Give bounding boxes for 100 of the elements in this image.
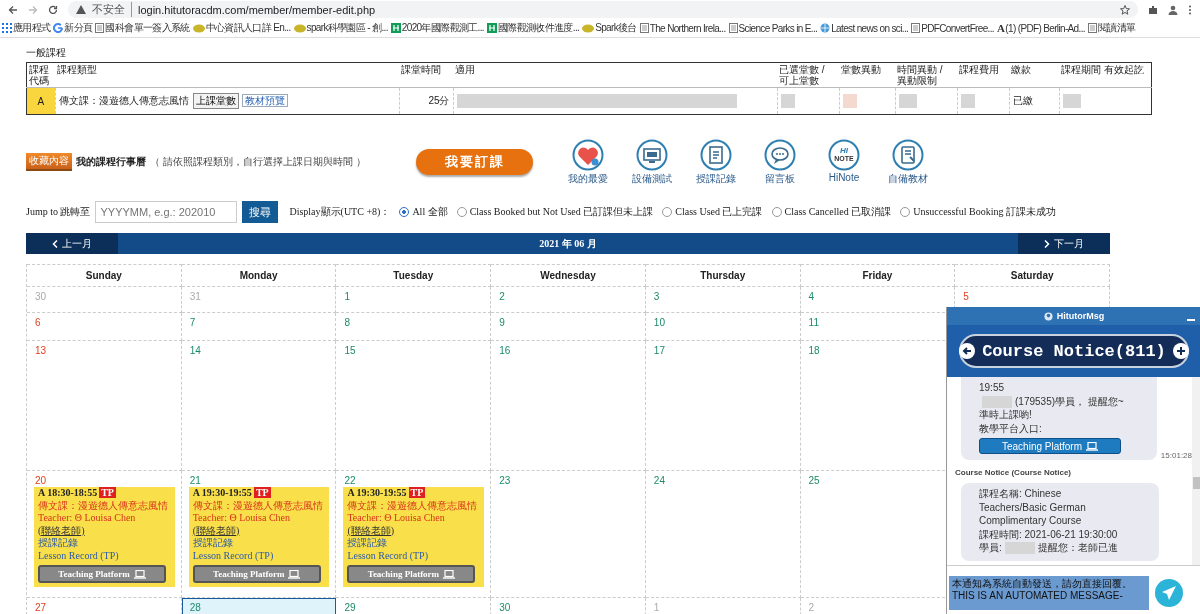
column-header: 已選堂數 / 可上堂數 [777, 62, 839, 88]
booked-lesson-card[interactable]: A 18:30-18:55 TP 傳文課：漫遊德人傳意志風情 Teacher: Θ Louisa Chen (聯絡老師) 授課記錄 Lesson Record (TP) Teaching Platform [34, 487, 175, 587]
bookmark-item[interactable]: PDFConvertFree... [921, 22, 994, 34]
scrollbar[interactable] [1192, 377, 1200, 565]
bookmark-item[interactable]: 國際觀測收件進度... [497, 21, 580, 35]
day-cell[interactable]: 29 [336, 598, 492, 614]
day-cell[interactable]: 30 [491, 598, 646, 614]
schedule-hint: （ 請依照課程類別，自行選擇上課日期與時間 ） [150, 155, 367, 169]
redacted-block [780, 94, 795, 108]
day-cell[interactable]: 23 [491, 471, 646, 598]
tool-link[interactable]: 我的最愛 [568, 171, 608, 186]
day-cell[interactable]: 21 A 19:30-19:55 TP 傳文課：漫遊德人傳意志風情 Teacher: Θ Louisa Chen (聯絡老師) 授課記錄 Lesson Record (TP) Teaching Platform [181, 471, 337, 598]
contact-teacher-link[interactable]: (聯絡老師) [192, 524, 330, 537]
day-cell[interactable]: 14 [181, 341, 337, 471]
day-cell[interactable]: 17 [645, 341, 801, 471]
back-icon[interactable] [8, 4, 18, 15]
back-arrow-button[interactable] [959, 343, 975, 359]
bookmark-item[interactable]: 2020年國際觀測工... [401, 21, 484, 35]
selected-day-cell[interactable]: 28 [181, 598, 337, 614]
lesson-record-link[interactable]: Lesson Record (TP) [192, 549, 330, 562]
radio-button[interactable] [456, 207, 467, 217]
filter-option-label[interactable]: Class Booked but Not Used 已訂課但未上課 [469, 205, 654, 219]
bookmark-item[interactable]: Science Parks in E... [738, 22, 818, 34]
menu-icon[interactable] [1188, 4, 1192, 15]
bookmark-star-icon[interactable] [1120, 4, 1130, 15]
collection-badge: 收藏內容 [26, 153, 72, 171]
radio-button[interactable] [771, 207, 782, 217]
add-button[interactable] [1173, 343, 1189, 359]
contact-teacher-link[interactable]: (聯絡老師) [347, 524, 485, 537]
booked-lesson-card[interactable]: A 19:30-19:55 TP 傳文課：漫遊德人傳意志風情 Teacher: Θ Louisa Chen (聯絡老師) 授課記錄 Lesson Record (TP) Teaching Platform [343, 487, 485, 587]
weekday-header: Tuesday [336, 264, 492, 287]
day-cell[interactable]: 13 [27, 341, 182, 471]
previous-month-button[interactable]: 上一月 [26, 233, 118, 254]
filter-option-label[interactable]: Class Cancelled 已取消課 [784, 205, 892, 219]
reload-icon[interactable] [48, 4, 58, 15]
column-header: 課程期間 有效起訖 [1059, 62, 1152, 88]
lesson-log-link[interactable]: 授課記錄 [192, 537, 330, 550]
search-button[interactable]: 搜尋 [242, 201, 279, 223]
bookmark-item[interactable]: Spark後台 [595, 21, 637, 35]
filter-option-label[interactable]: All 全部 [412, 205, 448, 219]
bookmark-item[interactable]: 新分頁 [64, 21, 93, 35]
lesson-log-link[interactable]: 授課記錄 [347, 537, 485, 550]
bookmark-item[interactable]: (1) (PDF) Berlin-Ad... [1005, 22, 1085, 34]
section-title: 一般課程 [26, 46, 67, 60]
day-cell[interactable]: 20 A 18:30-18:55 TP 傳文課：漫遊德人傳意志風情 Teacher: Θ Louisa Chen (聯絡老師) 授課記錄 Lesson Record (TP) Teaching Platform [27, 471, 182, 598]
sheet-icon [390, 23, 401, 33]
day-cell[interactable]: 3 [645, 287, 801, 313]
tool-link[interactable]: 自備教材 [888, 171, 928, 186]
day-cell[interactable]: 27 [27, 598, 182, 614]
day-cell[interactable]: 7 [181, 313, 337, 341]
next-month-button[interactable]: 下一月 [1018, 233, 1110, 254]
bookmark-item[interactable]: 國科會單一簽入系統 [105, 21, 190, 35]
address-bar[interactable]: 不安全 login.hitutoracdm.com/member/member-edit.php [68, 1, 1138, 18]
teaching-platform-button[interactable]: Teaching Platform [347, 565, 476, 583]
day-cell[interactable]: 15 [336, 341, 492, 471]
radio-button[interactable] [662, 207, 673, 217]
profile-icon[interactable] [1168, 4, 1178, 15]
lesson-record-link[interactable]: Lesson Record (TP) [38, 549, 175, 562]
extensions-icon[interactable] [1148, 4, 1158, 15]
day-number: 31 [188, 291, 202, 302]
month-input[interactable]: YYYYMM, e.g.: 202010 [95, 201, 238, 223]
weekday-header: Monday [181, 264, 337, 287]
lesson-count-button[interactable]: 上課堂數 [192, 93, 239, 109]
contact-teacher-link[interactable]: (聯絡老師) [38, 524, 175, 537]
day-cell[interactable]: 1 [336, 287, 492, 313]
tool-link[interactable]: 留言板 [765, 171, 795, 186]
bookmark-item[interactable]: 應用程式 [13, 21, 51, 35]
bookmark-item[interactable]: spark科學園區 - 創... [306, 21, 388, 35]
day-cell[interactable]: 2 [491, 287, 646, 313]
material-preview-link[interactable]: 教材預覽 [241, 94, 288, 107]
tool-link[interactable]: HiNote [828, 171, 860, 183]
tool-link[interactable]: 設備測試 [632, 171, 672, 186]
teaching-platform-button[interactable]: Teaching Platform [192, 565, 321, 583]
bookmark-item[interactable]: The Northern Irela... [649, 22, 726, 34]
bookmark-item[interactable]: 閱讀清單 [1097, 21, 1136, 35]
day-cell[interactable]: 8 [336, 313, 492, 341]
day-cell[interactable]: 6 [27, 313, 182, 341]
message-input[interactable]: 本通知為系統自動發送，請勿直接回覆。THIS IS AN AUTOMATED MESSAGE- [949, 576, 1149, 610]
lesson-time: A 19:30-19:55 [192, 487, 252, 500]
tool-link[interactable]: 授課記錄 [696, 171, 736, 186]
teaching-platform-button[interactable]: Teaching Platform [38, 565, 166, 583]
booked-lesson-card[interactable]: A 19:30-19:55 TP 傳文課：漫遊德人傳意志風情 Teacher: Θ Louisa Chen (聯絡老師) 授課記錄 Lesson Record (TP) Teaching Platform [188, 487, 330, 587]
lesson-record-link[interactable]: Lesson Record (TP) [347, 549, 485, 562]
day-cell[interactable]: 10 [645, 313, 801, 341]
day-number: 22 [343, 475, 357, 486]
filter-option-label[interactable]: Unsuccessful Booking 訂課未成功 [913, 205, 1056, 219]
day-cell[interactable]: 16 [491, 341, 646, 471]
duration-cell: 25分 [399, 87, 453, 115]
teaching-platform-button[interactable]: Teaching Platform [979, 438, 1121, 454]
radio-button[interactable] [399, 207, 410, 217]
day-cell[interactable]: 24 [645, 471, 801, 598]
radio-button[interactable] [900, 207, 911, 217]
day-cell[interactable]: 22 A 19:30-19:55 TP 傳文課：漫遊德人傳意志風情 Teacher: Θ Louisa Chen (聯絡老師) 授課記錄 Lesson Record (TP) Teaching Platform [336, 471, 492, 598]
bookmark-item[interactable]: 中心資訊人口詳 En... [205, 21, 291, 35]
lesson-log-link[interactable]: 授課記錄 [38, 537, 175, 550]
day-cell[interactable]: 9 [491, 313, 646, 341]
security-label: 不安全 [92, 2, 132, 17]
day-number: 30 [498, 602, 512, 613]
filter-option-label[interactable]: Class Used 已上完課 [675, 205, 763, 219]
bookmark-item[interactable]: Latest news on sci... [831, 22, 909, 34]
